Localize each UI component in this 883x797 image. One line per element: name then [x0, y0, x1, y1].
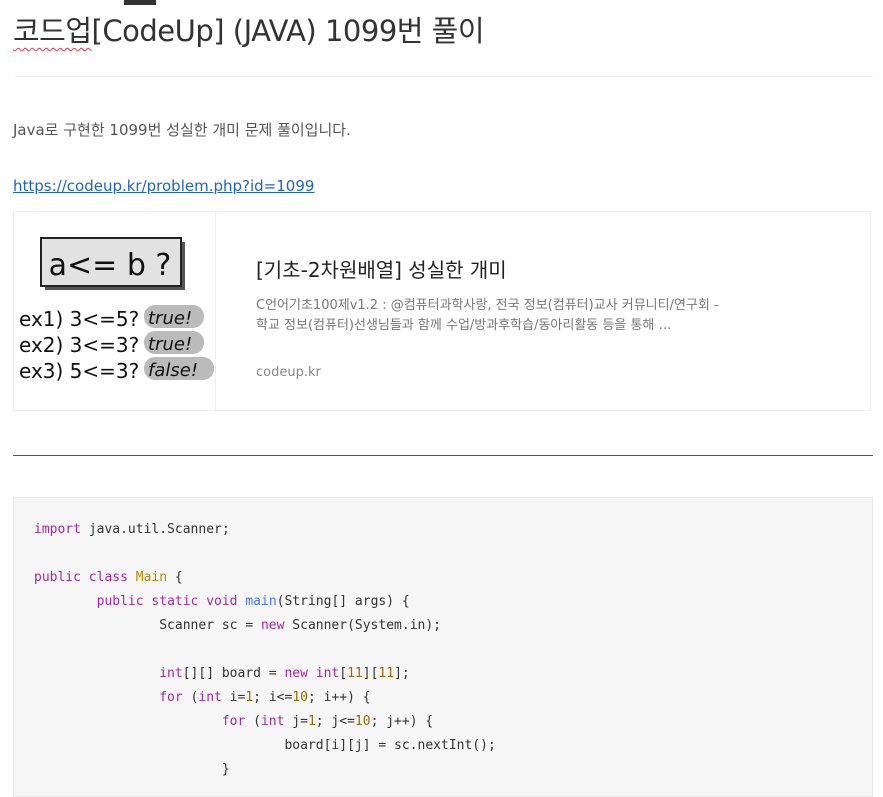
code-token: int: [315, 666, 340, 681]
code-token: Main: [135, 570, 168, 585]
top-tab-indicator: [124, 0, 156, 5]
code-token: public static void: [96, 594, 238, 609]
thumb-ex2-result: true!: [148, 334, 192, 355]
code-token: }: [221, 762, 230, 777]
code-token: public: [34, 570, 81, 585]
code-token: for: [221, 714, 246, 729]
title-rest: [CodeUp] (JAVA) 1099번 풀이: [91, 14, 485, 48]
code-token: 11: [378, 666, 395, 681]
thumb-ex1: ex1) 3<=5?: [19, 307, 139, 331]
code-token: Scanner(System.in);: [284, 618, 442, 633]
code-block: import java.util.Scanner; public class M…: [13, 497, 873, 797]
code-token: main: [245, 594, 277, 609]
thumb-ex2: ex2) 3<=3?: [19, 333, 139, 357]
content-divider: [13, 455, 873, 456]
code-token: int: [159, 666, 183, 681]
code-token: ; j<=: [315, 714, 355, 729]
code-token: for: [159, 690, 183, 705]
code-token: 11: [347, 666, 363, 681]
code-token: i=: [221, 690, 246, 705]
thumb-ex3: ex3) 5<=3?: [19, 359, 139, 383]
code-token: [][] board =: [182, 666, 285, 681]
thumb-question: a<= b ?: [49, 248, 172, 283]
code-token: 1: [307, 714, 316, 729]
code-token: new: [284, 666, 308, 681]
post-description: Java로 구현한 1099번 성실한 개미 문제 풀이입니다.: [13, 121, 351, 139]
code-token: java.util.Scanner;: [80, 522, 230, 537]
thumb-ex1-result: true!: [148, 308, 192, 329]
preview-thumbnail: a<= b ? ex1) 3<=5? true! ex2) 3<=3? true…: [14, 212, 216, 410]
code-token: j=: [284, 714, 308, 729]
code-token: int: [198, 690, 222, 705]
title-prefix: 코드업: [13, 14, 92, 48]
code-token: class: [88, 570, 128, 585]
code-token: (String[] args) {: [276, 594, 410, 609]
code-token: import: [34, 522, 81, 537]
code-token: 10: [292, 690, 308, 705]
code-token: ; i<=: [253, 690, 293, 705]
code-token: new: [260, 618, 285, 633]
problem-link[interactable]: https://codeup.kr/problem.php?id=1099: [13, 177, 314, 195]
code-token: int: [260, 714, 285, 729]
code-text: import java.util.Scanner; public class M…: [34, 522, 496, 777]
card-description: C언어기초100제v1.2 : @컴퓨터과학사랑, 전국 정보(컴퓨터)교사 커…: [256, 298, 719, 333]
thumb-ex3-result: false!: [148, 360, 198, 381]
code-token: ; j++) {: [370, 714, 434, 729]
code-token: board[i][j] = sc.nextInt();: [284, 738, 496, 753]
card-title[interactable]: [기초-2차원배열] 성실한 개미: [256, 254, 507, 283]
code-token: Scanner sc =: [159, 618, 261, 633]
card-host: codeup.kr: [256, 365, 321, 380]
code-token: 1: [245, 690, 254, 705]
page-title: 코드업[CodeUp] (JAVA) 1099번 풀이: [13, 8, 485, 50]
code-token: 10: [354, 714, 371, 729]
link-preview-card[interactable]: a<= b ? ex1) 3<=5? true! ex2) 3<=3? true…: [13, 211, 871, 411]
code-token: ; i++) {: [307, 690, 371, 705]
title-divider: [13, 76, 873, 77]
code-token: {: [167, 570, 183, 585]
